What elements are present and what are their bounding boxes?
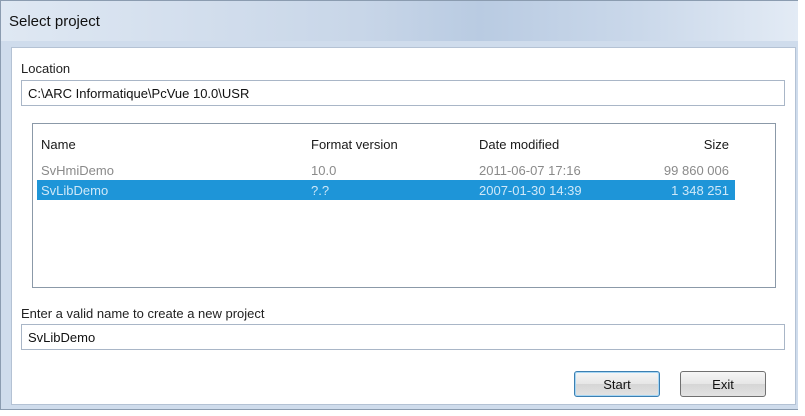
row-date-modified: 2011-06-07 17:16 <box>479 163 581 178</box>
column-header-date-modified[interactable]: Date modified <box>479 137 559 152</box>
row-format-version: ?.? <box>311 183 330 198</box>
column-header-format-version[interactable]: Format version <box>311 137 398 152</box>
project-list[interactable]: Name Format version Date modified Size S… <box>32 123 776 288</box>
title-bar[interactable]: Select project <box>1 1 798 41</box>
list-header: Name Format version Date modified Size <box>37 134 735 154</box>
window-title: Select project <box>9 13 100 30</box>
new-project-label: Enter a valid name to create a new proje… <box>21 306 265 321</box>
row-name: SvLibDemo <box>41 183 109 198</box>
table-row-selected[interactable]: SvLibDemo ?.? 2007-01-30 14:39 1 348 251 <box>37 180 735 200</box>
new-project-name-input[interactable]: SvLibDemo <box>21 324 785 350</box>
column-header-size[interactable]: Size <box>704 137 729 152</box>
column-header-name[interactable]: Name <box>41 137 76 152</box>
select-project-dialog: Select project Location C:\ARC Informati… <box>0 0 798 410</box>
location-label: Location <box>21 61 71 76</box>
row-size: 99 860 006 <box>663 163 729 178</box>
location-field[interactable]: C:\ARC Informatique\PcVue 10.0\USR <box>21 80 785 106</box>
table-row[interactable]: SvHmiDemo 10.0 2011-06-07 17:16 99 860 0… <box>37 160 735 180</box>
dialog-client-area: Location C:\ARC Informatique\PcVue 10.0\… <box>11 47 796 405</box>
start-button[interactable]: Start <box>574 371 660 397</box>
row-format-version: 10.0 <box>311 163 337 178</box>
row-name: SvHmiDemo <box>41 163 114 178</box>
exit-button[interactable]: Exit <box>680 371 766 397</box>
row-date-modified: 2007-01-30 14:39 <box>479 183 582 198</box>
row-size: 1 348 251 <box>671 183 729 198</box>
